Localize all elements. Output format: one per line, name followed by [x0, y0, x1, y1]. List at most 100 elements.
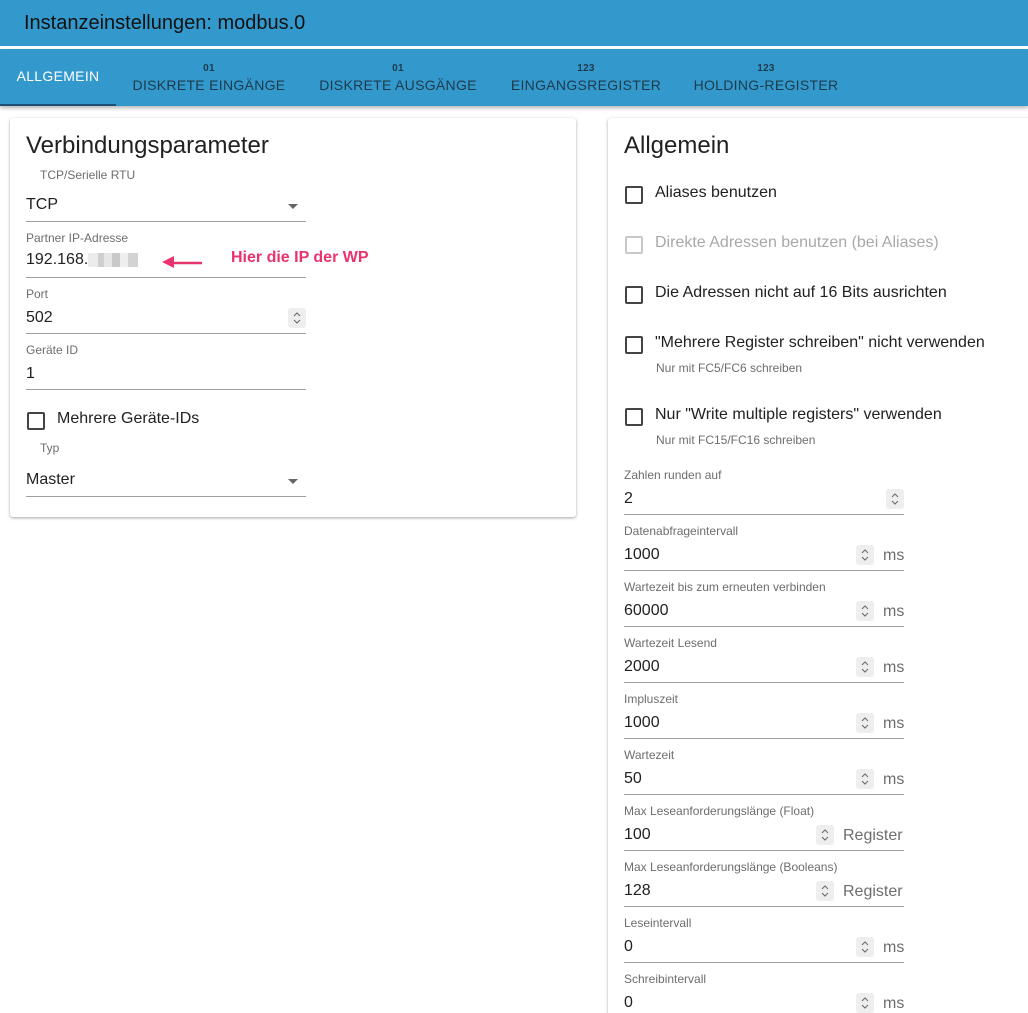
- card-title: Verbindungsparameter: [26, 132, 269, 159]
- checkbox-label: Mehrere Geräte-IDs: [57, 410, 200, 427]
- tab-label: HOLDING-REGISTER: [693, 77, 839, 93]
- checkbox-label: Direkte Adressen benutzen (bei Aliases): [655, 234, 939, 251]
- tab-holding-register[interactable]: 123 HOLDING-REGISTER: [686, 49, 846, 106]
- tab-allgemein[interactable]: ALLGEMEIN: [0, 49, 116, 106]
- number-field[interactable]: Schreibintervall 0 ms: [624, 972, 904, 1013]
- number-stepper[interactable]: [856, 545, 874, 565]
- unit-label: ms: [883, 659, 905, 676]
- field-underline: [624, 682, 904, 683]
- number-stepper[interactable]: [856, 657, 874, 677]
- field-label: Geräte ID: [26, 343, 79, 357]
- field-value: 1: [26, 365, 35, 382]
- number-field[interactable]: Wartezeit Lesend 2000 ms: [624, 636, 904, 684]
- field-value: 128: [624, 882, 651, 899]
- tab-diskrete-eingaenge[interactable]: 01 DISKRETE EINGÄNGE: [124, 49, 294, 106]
- type-select[interactable]: Typ Master: [26, 441, 306, 498]
- multi-device-ids-checkbox[interactable]: [27, 412, 45, 430]
- tab-eingangsregister[interactable]: 123 EINGANGSREGISTER: [502, 49, 670, 106]
- option-checkbox[interactable]: [625, 336, 643, 354]
- port-field[interactable]: Port 502: [26, 287, 306, 335]
- general-card: Allgemein Aliases benutzen Direkte Adress…: [608, 118, 1028, 1013]
- binary-icon: 01: [392, 63, 404, 74]
- tab-label: DISKRETE AUSGÄNGE: [319, 77, 477, 93]
- unit-label: Register: [843, 827, 903, 844]
- field-label: TCP/Serielle RTU: [40, 168, 136, 182]
- stepper-arrows-icon: [861, 717, 869, 729]
- stepper-arrows-icon: [821, 885, 829, 897]
- number-stepper[interactable]: [886, 489, 904, 509]
- binary-icon: 01: [203, 63, 215, 74]
- number-field[interactable]: Wartezeit 50 ms: [624, 748, 904, 796]
- number-stepper[interactable]: [816, 881, 834, 901]
- number-field[interactable]: Impluszeit 1000 ms: [624, 692, 904, 740]
- stepper-arrows-icon: [861, 997, 869, 1009]
- number-stepper[interactable]: [856, 601, 874, 621]
- tab-diskrete-ausgaenge[interactable]: 01 DISKRETE AUSGÄNGE: [310, 49, 486, 106]
- card-title: Allgemein: [624, 132, 730, 159]
- field-underline: [26, 333, 306, 334]
- field-underline: [26, 277, 306, 278]
- field-underline: [26, 221, 306, 222]
- number-field[interactable]: Max Leseanforderungslänge (Float) 100 Regi…: [624, 804, 904, 852]
- field-underline: [624, 626, 904, 627]
- number-stepper[interactable]: [288, 308, 306, 328]
- stepper-arrows-icon: [891, 493, 899, 505]
- unit-label: ms: [883, 603, 905, 620]
- field-underline: [624, 794, 904, 795]
- number-stepper[interactable]: [856, 713, 874, 733]
- field-value: 192.168.: [26, 251, 139, 269]
- number-stepper[interactable]: [816, 825, 834, 845]
- unit-label: ms: [883, 547, 905, 564]
- unit-label: ms: [883, 939, 905, 956]
- field-underline: [624, 906, 904, 907]
- unit-label: Register: [843, 883, 903, 900]
- number-field[interactable]: Leseintervall 0 ms: [624, 916, 904, 964]
- field-value: 100: [624, 826, 651, 843]
- field-label: Impluszeit: [624, 692, 679, 706]
- field-label: Typ: [40, 441, 60, 455]
- dropdown-arrow-icon: [288, 204, 298, 209]
- stepper-arrows-icon: [861, 605, 869, 617]
- field-value: 0: [624, 938, 633, 955]
- checkbox-hint: Nur mit FC5/FC6 schreiben: [656, 361, 803, 375]
- stepper-arrows-icon: [293, 312, 301, 324]
- number-field[interactable]: Zahlen runden auf 2: [624, 468, 904, 516]
- field-value: Master: [26, 471, 75, 488]
- field-label: Leseintervall: [624, 916, 692, 930]
- option-checkbox[interactable]: [625, 236, 643, 254]
- field-value: 0: [624, 994, 633, 1011]
- protocol-select[interactable]: TCP/Serielle RTU TCP: [26, 168, 306, 223]
- option-checkbox[interactable]: [625, 186, 643, 204]
- dropdown-arrow-icon: [288, 479, 298, 484]
- field-value: 2: [624, 490, 633, 507]
- field-underline: [624, 962, 904, 963]
- field-label: Zahlen runden auf: [624, 468, 722, 482]
- numeric-icon: 123: [577, 63, 595, 74]
- stepper-arrows-icon: [861, 941, 869, 953]
- field-label: Datenabfrageintervall: [624, 524, 739, 538]
- field-underline: [624, 738, 904, 739]
- active-tab-indicator: [0, 104, 116, 106]
- field-label: Wartezeit bis zum erneuten verbinden: [624, 580, 826, 594]
- field-underline: [624, 850, 904, 851]
- option-checkbox[interactable]: [625, 408, 643, 426]
- number-stepper[interactable]: [856, 769, 874, 789]
- device-id-field[interactable]: Geräte ID 1: [26, 343, 306, 391]
- stepper-arrows-icon: [821, 829, 829, 841]
- number-stepper[interactable]: [856, 993, 874, 1013]
- tab-bar: ALLGEMEIN 01 DISKRETE EINGÄNGE 01 DISKRE…: [0, 49, 1028, 106]
- number-field[interactable]: Max Leseanforderungslänge (Booleans) 128 R…: [624, 860, 904, 908]
- field-value: 1000: [624, 546, 660, 563]
- connection-card: Verbindungsparameter TCP/Serielle RTU TC…: [10, 118, 576, 517]
- field-value: TCP: [26, 196, 58, 213]
- field-value: 502: [26, 309, 53, 326]
- field-label: Wartezeit Lesend: [624, 636, 717, 650]
- option-checkbox[interactable]: [625, 286, 643, 304]
- stepper-arrows-icon: [861, 773, 869, 785]
- number-stepper[interactable]: [856, 937, 874, 957]
- checkbox-label: Die Adressen nicht auf 16 Bits ausrichte…: [655, 284, 947, 301]
- dialog-title: Instanzeinstellungen: modbus.0: [0, 0, 1028, 46]
- stepper-arrows-icon: [861, 549, 869, 561]
- number-field[interactable]: Wartezeit bis zum erneuten verbinden 6000…: [624, 580, 904, 628]
- number-field[interactable]: Datenabfrageintervall 1000 ms: [624, 524, 904, 572]
